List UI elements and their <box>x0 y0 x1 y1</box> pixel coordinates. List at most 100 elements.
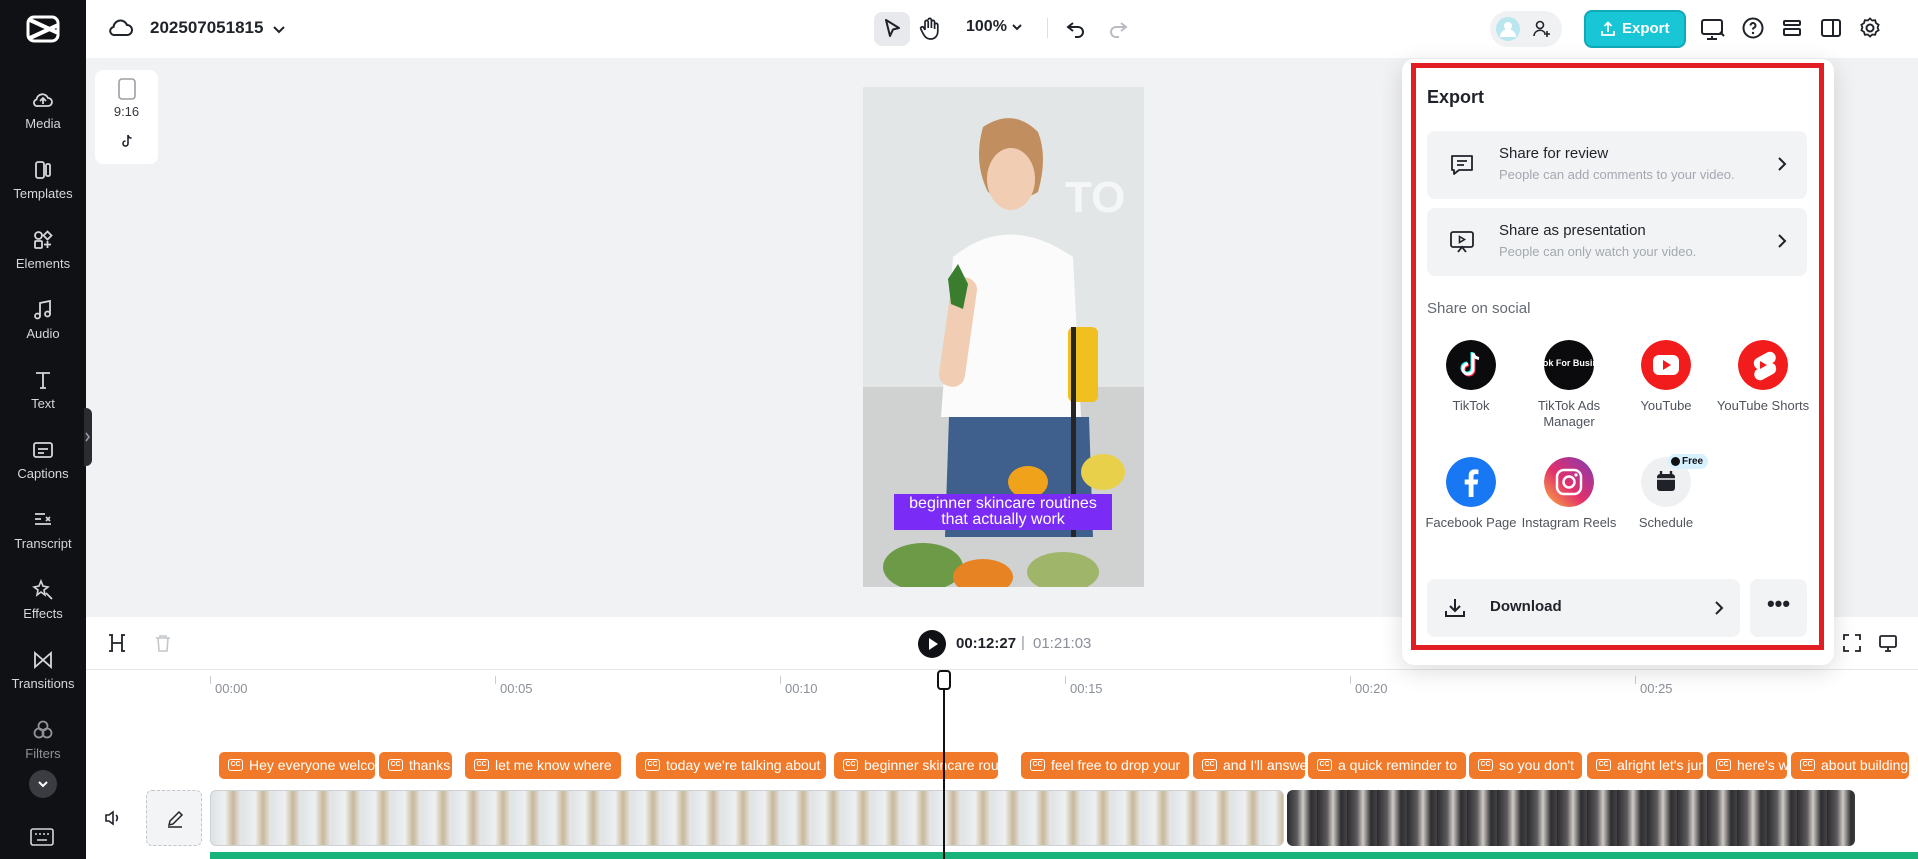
sidebar-more-button[interactable] <box>29 770 57 798</box>
transcript-icon <box>35 513 51 525</box>
cc-icon: CC <box>1596 759 1611 771</box>
caption-clip[interactable]: CC here's what <box>1707 752 1787 779</box>
caption-clip[interactable]: CC Hey everyone welcome <box>219 752 375 779</box>
sidebar-item-label: Media <box>25 116 61 131</box>
social-facebook-page[interactable]: Facebook Page <box>1421 457 1521 531</box>
sidebar-item-text[interactable]: Text <box>0 368 86 426</box>
caption-clip-text: beginner skincare routines <box>864 757 998 773</box>
export-button[interactable]: Export <box>1584 10 1686 48</box>
split-icon[interactable] <box>108 633 126 653</box>
volume-icon[interactable] <box>103 808 123 828</box>
chevron-right-icon <box>1778 234 1787 248</box>
caption-clip-text: here's what <box>1737 757 1787 773</box>
cc-icon: CC <box>228 759 243 771</box>
caption-clip[interactable]: CC a quick reminder to <box>1308 752 1466 779</box>
caption-clip[interactable]: CC and I'll answer <box>1193 752 1305 779</box>
sidebar-item-filters[interactable]: Filters <box>0 718 86 776</box>
ruler-label: 00:25 <box>1640 681 1673 696</box>
tiktok-icon <box>1446 340 1496 390</box>
export-button-label: Export <box>1622 20 1670 37</box>
ruler-tick <box>495 676 496 684</box>
keyboard-icon[interactable] <box>30 828 54 846</box>
panel-layout-icon[interactable] <box>1819 16 1843 40</box>
add-user-icon <box>1533 20 1550 37</box>
caption-clip[interactable]: CC beginner skincare routines <box>834 752 998 779</box>
free-badge: Free <box>1668 454 1709 469</box>
social-instagram-reels[interactable]: Instagram Reels <box>1519 457 1619 531</box>
caption-clip[interactable]: CC feel free to drop your <box>1021 752 1189 779</box>
sidebar-item-media[interactable]: Media <box>0 88 86 146</box>
video-preview[interactable]: TO beginner skincare routines that actua… <box>863 87 1144 587</box>
caption-clip[interactable]: CC about building <box>1791 752 1909 779</box>
sidebar-item-elements[interactable]: Elements <box>0 228 86 286</box>
sidebar-item-templates[interactable]: Templates <box>0 158 86 216</box>
current-time: 00:12:27 <box>956 635 1017 652</box>
redo-icon[interactable] <box>1106 16 1130 40</box>
more-options-icon: ••• <box>1766 591 1791 616</box>
caption-clip[interactable]: CC so you don't <box>1469 752 1582 779</box>
social-tiktok[interactable]: TikTok <box>1421 340 1521 414</box>
playhead-handle[interactable] <box>937 670 951 690</box>
aspect-ratio-label: 9:16 <box>113 104 140 119</box>
caption-clip[interactable]: CC thanks <box>379 752 452 779</box>
sidebar-item-audio[interactable]: Audio <box>0 298 86 356</box>
track-edit-button[interactable] <box>146 790 202 846</box>
cc-icon: CC <box>1800 759 1815 771</box>
sidebar-item-effects[interactable]: Effects <box>0 578 86 636</box>
social-youtube[interactable]: YouTube <box>1616 340 1716 414</box>
project-title[interactable]: 202507051815 <box>150 18 263 38</box>
help-icon[interactable] <box>1741 16 1765 40</box>
caption-clip[interactable]: CC let me know where <box>465 752 621 779</box>
layers-icon[interactable] <box>1780 16 1804 40</box>
presentation-icon <box>1450 231 1474 253</box>
sidebar-item-transcript[interactable]: Transcript <box>0 508 86 566</box>
social-label: YouTube Shorts <box>1716 398 1810 413</box>
undo-icon[interactable] <box>1064 16 1088 40</box>
more-options-button[interactable]: ••• <box>1750 579 1807 637</box>
portrait-frame-icon <box>118 78 136 100</box>
social-youtube-shorts[interactable]: YouTube Shorts <box>1713 340 1813 414</box>
social-label: TikTok <box>1452 398 1490 413</box>
caption-clip[interactable]: CC today we're talking about <box>636 752 826 779</box>
caption-overlay[interactable]: beginner skincare routines that actually… <box>894 494 1112 530</box>
download-button[interactable]: Download <box>1427 579 1740 637</box>
tiktok-icon <box>122 134 132 147</box>
sidebar-item-label: Audio <box>26 326 60 341</box>
gear-icon[interactable] <box>1858 16 1882 40</box>
collaborators-pill[interactable] <box>1490 11 1562 47</box>
social-tiktok-ads-manager[interactable]: TikTok For Business TikTok Ads Manager <box>1519 340 1619 430</box>
transitions-icon <box>34 651 52 669</box>
caption-clip-text: and I'll answer <box>1223 757 1305 773</box>
present-screen-icon[interactable] <box>1700 16 1726 42</box>
chevron-down-icon[interactable] <box>1010 20 1024 34</box>
select-tool-button[interactable] <box>874 12 910 46</box>
sidebar-item-captions[interactable]: Captions <box>0 438 86 496</box>
sidebar-item-transitions[interactable]: Transitions <box>0 648 86 706</box>
fullscreen-icon[interactable] <box>1842 633 1862 653</box>
share-review-title: Share for review <box>1499 145 1609 162</box>
left-sidebar: Media Templates Elements Audio Text Capt… <box>0 0 86 859</box>
chevron-down-icon[interactable] <box>270 20 288 38</box>
video-clip[interactable] <box>1287 790 1855 846</box>
ruler-tick <box>1350 676 1351 684</box>
play-button[interactable] <box>918 630 946 658</box>
aspect-ratio-card[interactable]: 9:16 <box>95 70 158 164</box>
zoom-level[interactable]: 100% <box>966 18 1007 36</box>
sidebar-collapse-handle[interactable] <box>84 408 92 466</box>
caption-clip[interactable]: CC alright let's jump <box>1587 752 1703 779</box>
ruler-tick <box>210 676 211 684</box>
share-for-review-option[interactable]: Share for review People can add comments… <box>1427 131 1807 199</box>
cc-icon: CC <box>1202 759 1217 771</box>
audio-track[interactable] <box>210 852 1918 859</box>
share-as-presentation-option[interactable]: Share as presentation People can only wa… <box>1427 208 1807 276</box>
cloud-sync-icon[interactable] <box>108 17 134 39</box>
playhead[interactable] <box>943 672 945 859</box>
hand-tool-button[interactable] <box>912 12 948 46</box>
trash-icon[interactable] <box>154 633 172 653</box>
chevron-down-icon <box>38 781 48 788</box>
music-note-icon <box>34 299 51 320</box>
top-bar: 202507051815 100% Export <box>86 0 1918 58</box>
monitor-icon[interactable] <box>1878 633 1898 653</box>
toolbar-divider <box>1047 18 1048 38</box>
video-clip[interactable] <box>210 790 1284 846</box>
